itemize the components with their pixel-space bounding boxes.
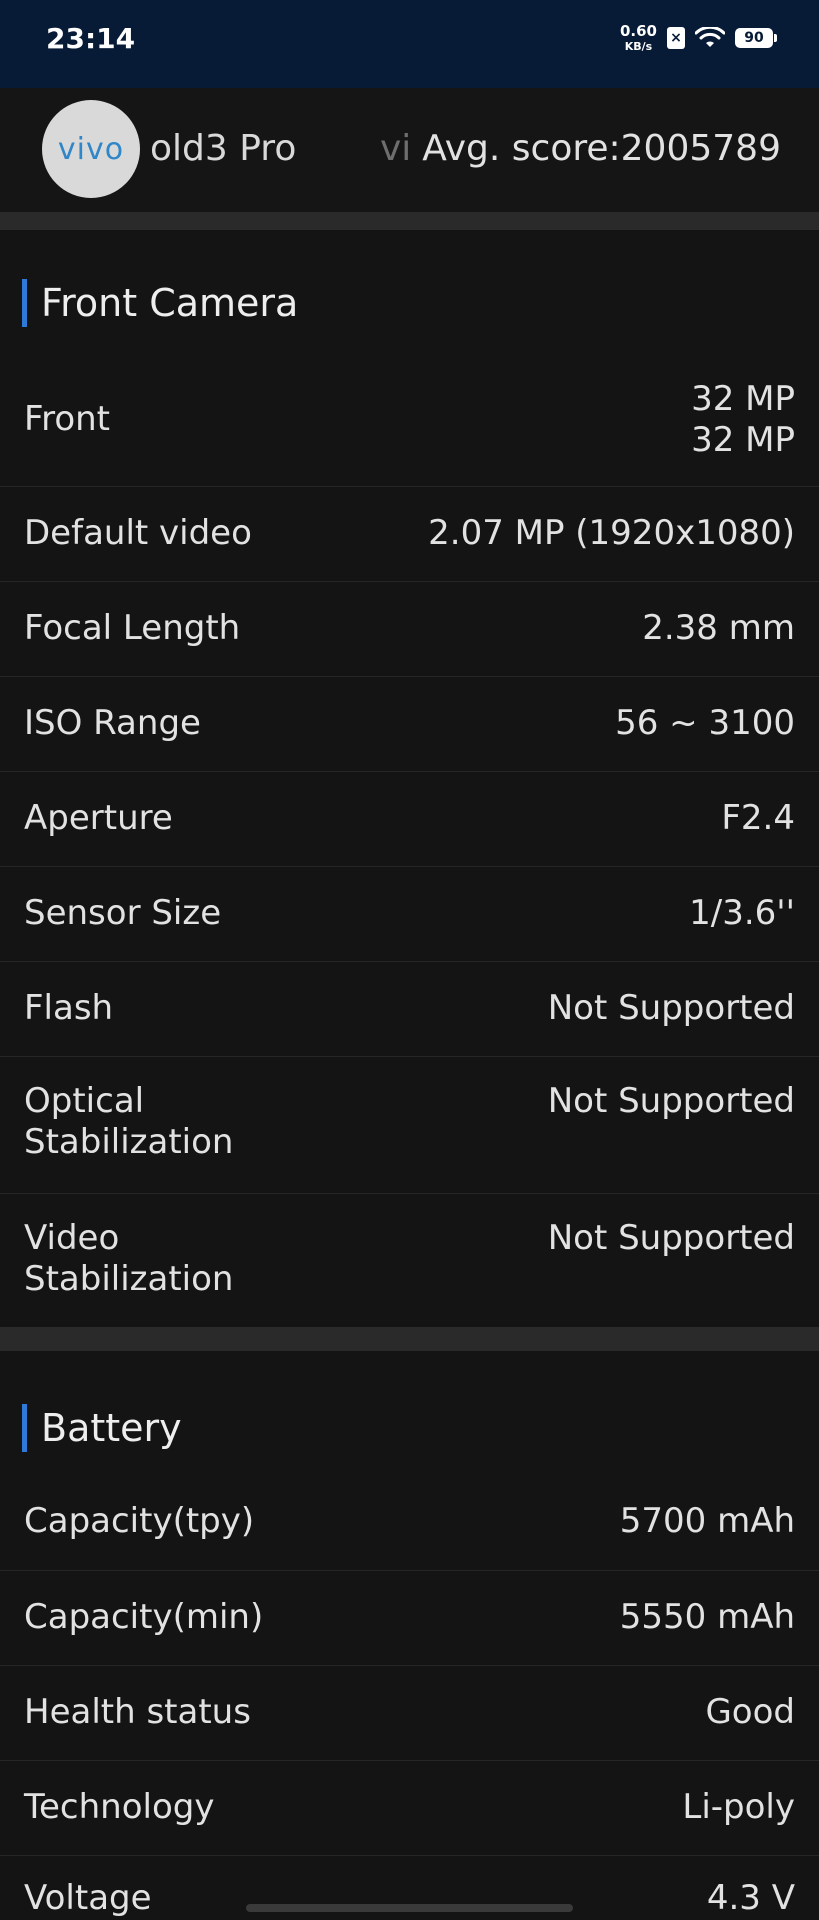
row-label: Voltage — [24, 1878, 152, 1918]
network-speed-value: 0.60 — [619, 22, 657, 40]
table-row: Focal Length 2.38 mm — [0, 581, 819, 676]
status-bar: 23:14 0.60 KB/s × 90 — [0, 0, 819, 88]
row-value: 2.38 mm — [642, 608, 795, 648]
row-label: Optical Stabilization — [24, 1081, 234, 1162]
table-row: ISO Range 56 ~ 3100 — [0, 676, 819, 771]
table-row: Aperture F2.4 — [0, 771, 819, 866]
row-value: Li-poly — [682, 1787, 795, 1827]
row-value: Not Supported — [547, 1081, 795, 1121]
section-title: Front Camera — [22, 278, 298, 328]
table-row: Capacity(min) 5550 mAh — [0, 1570, 819, 1665]
status-time: 23:14 — [46, 22, 136, 55]
network-speed: 0.60 KB/s — [619, 22, 657, 53]
row-label: Sensor Size — [24, 893, 222, 933]
brand-logo[interactable]: vivo — [42, 100, 140, 198]
device-header: vivo old3 Pro vi Avg. score:2005789 — [0, 88, 819, 212]
battery-section: Battery Capacity(tpy) 5700 mAh Capacity(… — [0, 1351, 819, 1920]
front-camera-title: Front Camera — [41, 281, 299, 325]
battery-icon: 90 — [735, 28, 777, 48]
row-value: 5700 mAh — [619, 1501, 795, 1541]
table-row: Optical Stabilization Not Supported — [0, 1056, 819, 1193]
row-value: Not Supported — [547, 988, 795, 1028]
row-label: Front — [24, 399, 110, 439]
row-label: Capacity(min) — [24, 1597, 264, 1637]
row-label: Aperture — [24, 798, 173, 838]
table-row: Flash Not Supported — [0, 961, 819, 1056]
table-row: Video Stabilization Not Supported — [0, 1193, 819, 1327]
row-value: 2.07 MP (1920x1080) — [428, 513, 795, 553]
table-row: Front 32 MP 32 MP — [0, 356, 819, 486]
section-accent — [22, 279, 27, 327]
device-name-next[interactable]: vi — [380, 128, 411, 169]
row-value: 4.3 V — [706, 1878, 795, 1918]
home-indicator[interactable] — [246, 1904, 573, 1912]
section-divider — [0, 212, 819, 230]
row-value: 5550 mAh — [619, 1597, 795, 1637]
average-score: Avg. score:2005789 — [408, 128, 781, 169]
row-value: Not Supported — [547, 1218, 795, 1258]
row-label: Video Stabilization — [24, 1218, 234, 1299]
section-title: Battery — [22, 1403, 182, 1453]
wifi-icon — [695, 27, 725, 47]
section-accent — [22, 1404, 27, 1452]
row-label: Health status — [24, 1692, 251, 1732]
row-value: F2.4 — [721, 798, 795, 838]
row-label: Technology — [24, 1787, 215, 1827]
row-value: 32 MP 32 MP — [691, 379, 795, 460]
row-label: ISO Range — [24, 703, 201, 743]
table-row: Sensor Size 1/3.6'' — [0, 866, 819, 961]
sim-off-icon: × — [667, 27, 685, 49]
table-row: Default video 2.07 MP (1920x1080) — [0, 486, 819, 581]
row-value: Good — [705, 1692, 795, 1732]
row-label: Focal Length — [24, 608, 241, 648]
battery-title: Battery — [41, 1406, 182, 1450]
row-label: Capacity(tpy) — [24, 1501, 255, 1541]
row-value: 56 ~ 3100 — [615, 703, 795, 743]
row-label: Flash — [24, 988, 114, 1028]
front-camera-section: Front Camera Front 32 MP 32 MP Default v… — [0, 230, 819, 1327]
table-row: Health status Good — [0, 1665, 819, 1760]
table-row: Technology Li-poly — [0, 1760, 819, 1855]
network-speed-unit: KB/s — [624, 40, 653, 53]
device-name[interactable]: old3 Pro — [150, 128, 296, 169]
status-icons: 0.60 KB/s × 90 — [619, 22, 777, 53]
row-value: 1/3.6'' — [689, 893, 795, 933]
table-row: Capacity(tpy) 5700 mAh — [0, 1475, 819, 1570]
section-divider — [0, 1327, 819, 1351]
row-label: Default video — [24, 513, 252, 553]
